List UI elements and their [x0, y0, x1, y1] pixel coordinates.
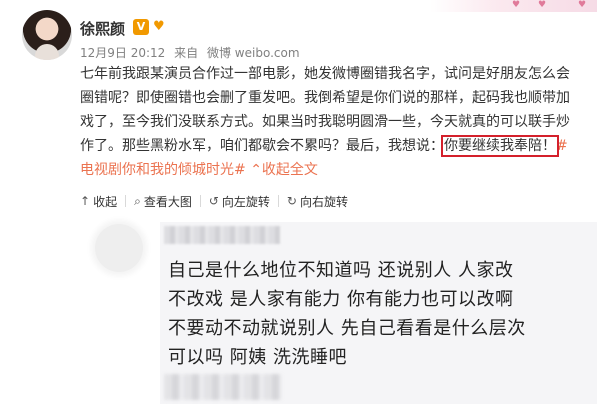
divider: [199, 195, 201, 207]
collapse-arrow-icon: ↑: [80, 194, 91, 208]
highlighted-quote: 你要继续我奉陪！: [441, 135, 559, 157]
screenshot-comment: 自己是什么地位不知道吗 还说别人 人家改 不改戏 是人家有能力 你有能力也可以改…: [168, 256, 588, 372]
chevron-up-icon: ⌃: [250, 162, 262, 178]
comment-line: 自己是什么地位不知道吗 还说别人 人家改: [168, 260, 514, 281]
heart-icon: ♥: [512, 0, 521, 10]
post-date[interactable]: 12月9日 20:12: [80, 46, 165, 60]
comment-line: 不要动不动就说别人 先自己看看是什么层次: [168, 318, 526, 339]
comment-line: 不改戏 是人家有能力 你有能力也可以改啊: [168, 289, 514, 310]
rotate-right-button[interactable]: ↻ 向右旋转: [287, 193, 348, 210]
divider: [125, 195, 127, 207]
magnifier-icon: ⌕: [134, 193, 141, 208]
post-via-label: 来自: [174, 46, 199, 60]
pixelated-footer: [164, 374, 282, 400]
post-source[interactable]: 微博 weibo.com: [207, 46, 300, 60]
user-name[interactable]: 徐熙颜: [80, 18, 125, 39]
comment-line: 可以吗 阿姨 洗洗睡吧: [168, 347, 347, 368]
blurred-avatar: [95, 224, 143, 272]
collapse-text-label: 收起全文: [261, 162, 318, 178]
heart-icon: ♥: [578, 0, 587, 10]
image-toolbar: ↑ 收起 ⌕ 查看大图 ↺ 向左旋转 ↻ 向右旋转: [80, 189, 348, 213]
post-body: 七年前我跟某演员合作过一部电影，她发微博圈错我名字，试问是好朋友怎么会圈错呢？即…: [80, 62, 580, 182]
collapse-text-button[interactable]: ⌃收起全文: [250, 162, 318, 178]
avatar[interactable]: [22, 10, 72, 60]
collapse-button[interactable]: ↑ 收起: [80, 193, 117, 210]
heart-icon: ♥: [538, 0, 547, 10]
collapse-label: 收起: [93, 194, 118, 209]
vip-heart-icon[interactable]: ♥: [153, 19, 171, 35]
divider: [277, 195, 279, 207]
pixelated-username: [164, 226, 280, 244]
rotate-right-label: 向右旋转: [299, 194, 348, 209]
rotate-right-icon: ↻: [286, 194, 297, 208]
rotate-left-label: 向左旋转: [221, 194, 270, 209]
view-large-label: 查看大图: [143, 194, 192, 209]
view-large-button[interactable]: ⌕ 查看大图: [134, 193, 192, 210]
rotate-left-button[interactable]: ↺ 向左旋转: [209, 193, 270, 210]
rotate-left-icon: ↺: [208, 194, 219, 208]
verified-badge-icon[interactable]: V: [133, 19, 149, 35]
post-meta: 12月9日 20:12 来自 微博 weibo.com: [80, 44, 305, 61]
